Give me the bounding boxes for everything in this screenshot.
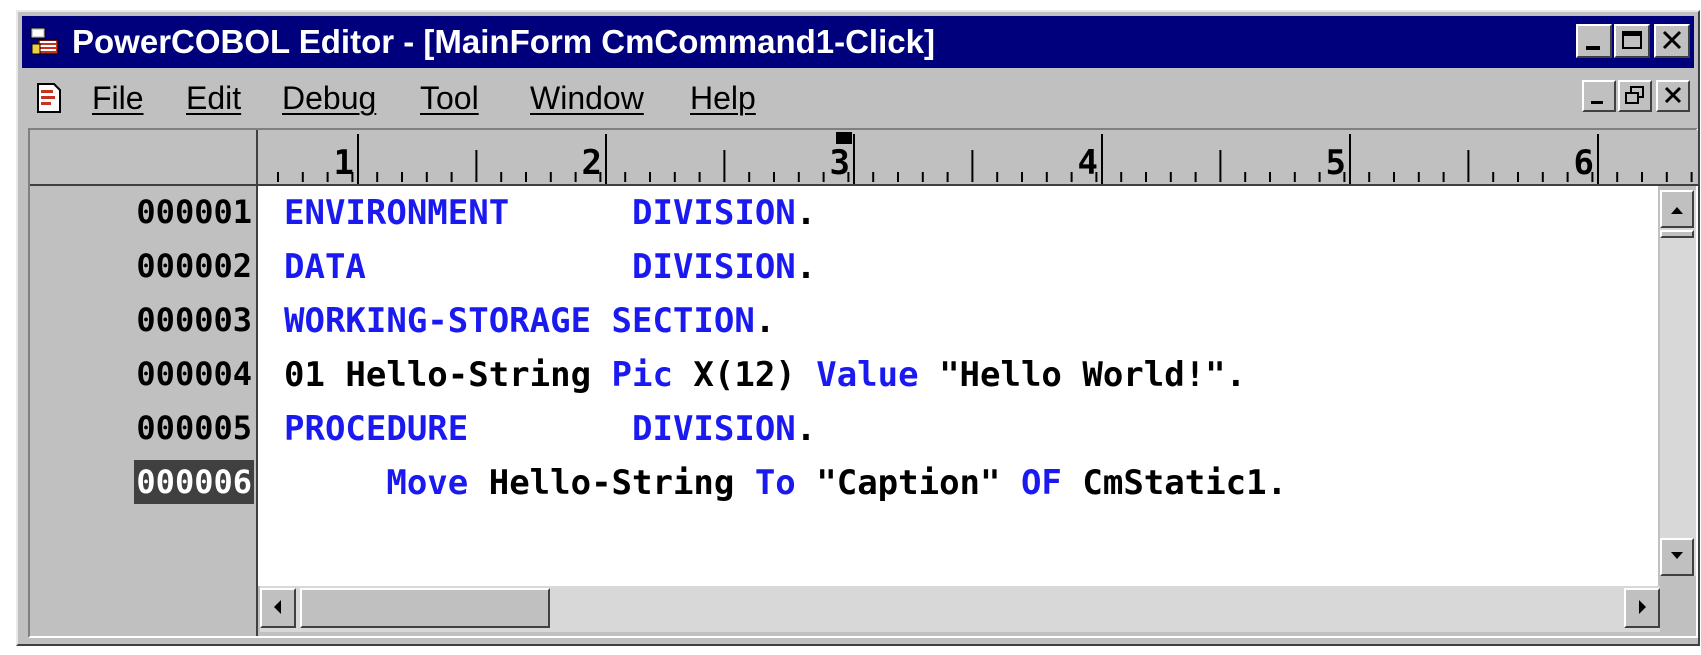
- powercobol-app-icon[interactable]: [30, 26, 62, 58]
- code-text-area[interactable]: ENVIRONMENT DIVISION. DATA DIVISION. WORKI…: [258, 186, 1658, 586]
- horizontal-scroll-thumb[interactable]: [300, 588, 550, 628]
- mdi-minimize-button[interactable]: [1582, 80, 1616, 112]
- ruler-corner: [30, 130, 258, 186]
- minimize-icon: [1586, 46, 1600, 50]
- code-text: X(12): [672, 355, 817, 395]
- mdi-close-button[interactable]: [1656, 80, 1690, 112]
- line-number[interactable]: 000001: [134, 190, 254, 234]
- menu-edit[interactable]: Edit: [186, 70, 241, 126]
- size-corner: [1660, 586, 1696, 632]
- menu-help[interactable]: Help: [690, 70, 756, 126]
- line-number[interactable]: 000003: [134, 298, 254, 342]
- menu-tool[interactable]: Tool: [420, 70, 479, 126]
- code-text: "Caption": [795, 463, 1021, 503]
- code-keyword: ENVIRONMENT: [284, 193, 632, 233]
- title-bar[interactable]: PowerCOBOL Editor - [MainForm CmCommand1…: [22, 16, 1694, 68]
- ruler-label: 6: [1574, 143, 1594, 183]
- close-icon: [1662, 30, 1682, 50]
- code-keyword: WORKING-STORAGE SECTION: [284, 301, 755, 341]
- mdi-restore-icon: [1625, 86, 1644, 104]
- maximize-icon: [1622, 31, 1642, 49]
- close-button[interactable]: [1654, 24, 1690, 58]
- vertical-scroll-thumb[interactable]: [1660, 230, 1694, 238]
- ruler-label: 2: [582, 143, 602, 183]
- code-keyword: To: [754, 463, 796, 503]
- arrow-down-icon: [1671, 552, 1683, 559]
- column-ruler: 1 2 3 4 5 6: [258, 130, 1698, 186]
- code-text: Hello-String: [468, 463, 755, 503]
- menu-file[interactable]: File: [92, 70, 144, 126]
- code-text: CmStatic1.: [1061, 463, 1288, 503]
- code-line[interactable]: PROCEDURE DIVISION.: [284, 402, 816, 456]
- ruler-label: 4: [1078, 143, 1098, 183]
- mdi-minimize-icon: [1591, 101, 1603, 104]
- minimize-button[interactable]: [1576, 24, 1612, 58]
- line-number[interactable]: 000005: [134, 406, 254, 450]
- scroll-left-button[interactable]: [260, 588, 296, 628]
- code-text: "Hello World!".: [918, 355, 1247, 395]
- scroll-right-button[interactable]: [1624, 588, 1660, 628]
- code-keyword: OF: [1020, 463, 1062, 503]
- code-line[interactable]: DATA DIVISION.: [284, 240, 816, 294]
- document-icon[interactable]: [34, 82, 64, 114]
- ruler-label: 5: [1326, 143, 1346, 183]
- line-number[interactable]: 000004: [134, 352, 254, 396]
- code-keyword: DIVISION: [632, 409, 796, 449]
- code-keyword: PROCEDURE: [284, 409, 632, 449]
- code-text: .: [795, 193, 817, 233]
- maximize-button[interactable]: [1614, 24, 1650, 58]
- code-text: .: [795, 409, 817, 449]
- scroll-up-button[interactable]: [1660, 190, 1694, 228]
- ruler-label: 3: [830, 143, 850, 183]
- code-line[interactable]: Move Hello-String To "Caption" OF CmStat…: [284, 456, 1287, 510]
- mdi-close-icon: [1664, 86, 1682, 104]
- vertical-scrollbar[interactable]: [1660, 190, 1696, 576]
- code-text: 01 Hello-String: [284, 355, 612, 395]
- window-title: PowerCOBOL Editor - [MainForm CmCommand1…: [72, 23, 935, 60]
- code-keyword: DATA: [284, 247, 632, 287]
- editor-window: PowerCOBOL Editor - [MainForm CmCommand1…: [16, 10, 1700, 646]
- scroll-down-button[interactable]: [1660, 538, 1694, 576]
- line-number-selected[interactable]: 000006: [134, 460, 254, 504]
- code-line[interactable]: 01 Hello-String Pic X(12) Value "Hello W…: [284, 348, 1246, 402]
- code-line[interactable]: ENVIRONMENT DIVISION.: [284, 186, 816, 240]
- line-number-gutter: 000001 000002 000003 000004 000005 00000…: [30, 186, 258, 636]
- ruler-ticks: 1 2 3 4 5 6: [277, 132, 1693, 184]
- arrow-up-icon: [1671, 207, 1683, 214]
- mdi-restore-button[interactable]: [1618, 80, 1652, 112]
- code-keyword: DIVISION: [632, 193, 796, 233]
- code-keyword: Move: [386, 463, 469, 503]
- code-keyword: DIVISION: [632, 247, 796, 287]
- arrow-right-icon: [1639, 600, 1646, 614]
- code-editor: 1 2 3 4 5 6 000001 000002 000003 000004 00000…: [28, 128, 1698, 638]
- menu-debug[interactable]: Debug: [282, 70, 376, 126]
- menu-window[interactable]: Window: [530, 70, 644, 126]
- line-number[interactable]: 000002: [134, 244, 254, 288]
- code-keyword: Pic: [611, 355, 673, 395]
- arrow-left-icon: [274, 600, 281, 614]
- menu-bar: File Edit Debug Tool Window Help: [22, 70, 1694, 126]
- code-keyword: Value: [816, 355, 919, 395]
- ruler-label: 1: [334, 143, 354, 183]
- code-text: .: [795, 247, 817, 287]
- horizontal-scrollbar[interactable]: [260, 586, 1660, 632]
- ruler-cursor-marker: [836, 132, 852, 144]
- code-line[interactable]: WORKING-STORAGE SECTION.: [284, 294, 775, 348]
- code-text: .: [754, 301, 776, 341]
